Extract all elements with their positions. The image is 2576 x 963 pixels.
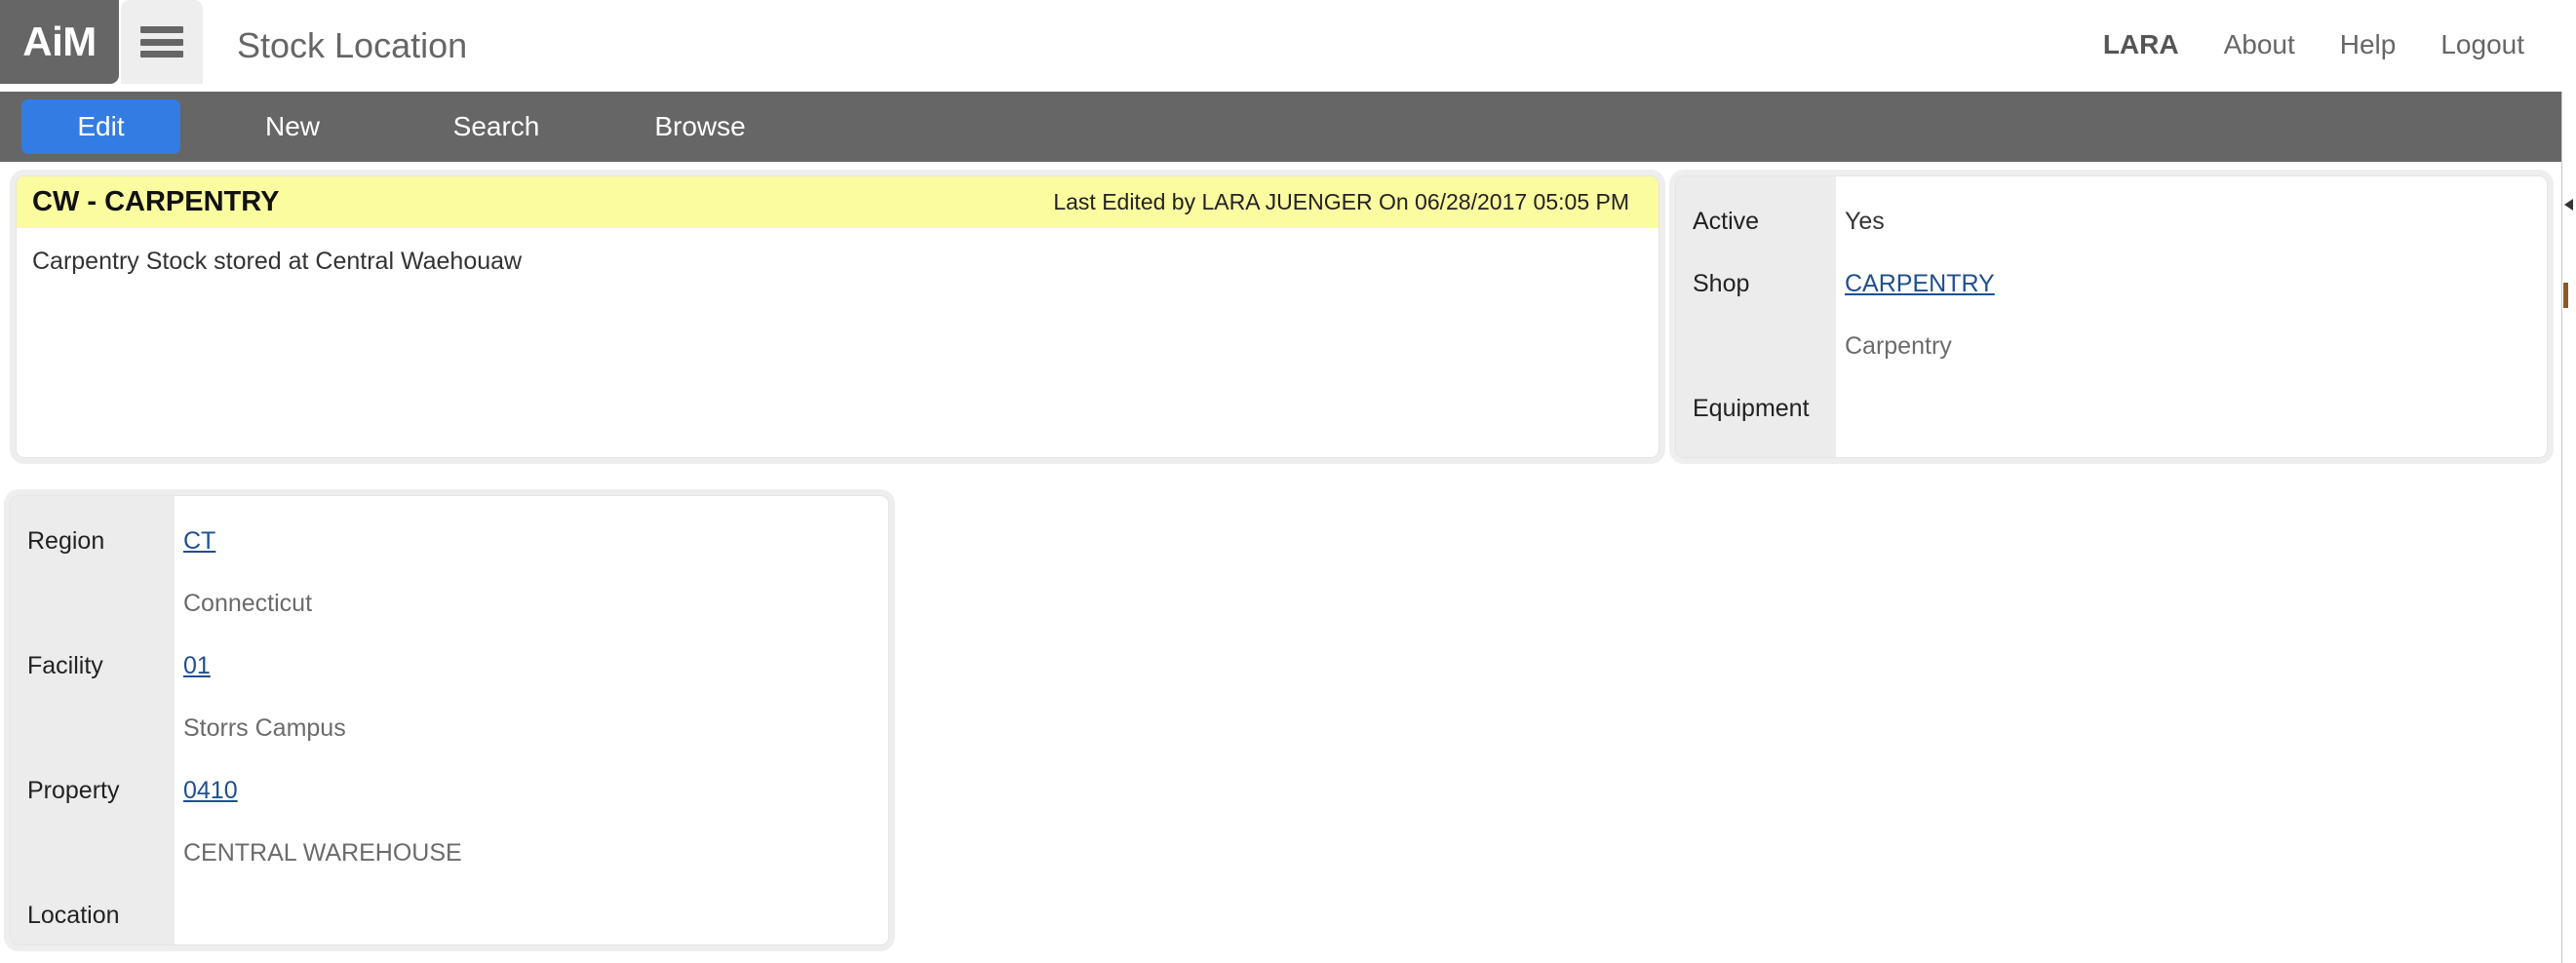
record-body: Carpentry Stock stored at Central Waehou…	[17, 228, 1659, 276]
record-header: CW - CARPENTRY Last Edited by LARA JUENG…	[17, 176, 1659, 228]
last-edited-text: Last Edited by LARA JUENGER On 06/28/201…	[1053, 189, 1629, 214]
value-property: 0410	[183, 759, 888, 822]
label-spacer	[11, 572, 175, 635]
label-spacer	[11, 822, 175, 884]
nav-help[interactable]: Help	[2318, 29, 2419, 60]
nav-user-lara[interactable]: LARA	[2081, 29, 2202, 60]
top-header-bar: AiM Stock Location LARA About Help Logou…	[0, 0, 2576, 92]
label-equipment: Equipment	[1693, 395, 1810, 422]
label-location: Location	[27, 902, 120, 929]
hamburger-menu-button[interactable]	[121, 0, 203, 84]
value-region-description: Connecticut	[183, 590, 313, 617]
window-edge-strip	[2561, 92, 2576, 963]
label-property: Property	[27, 777, 120, 804]
edge-marker	[2563, 283, 2568, 308]
tab-new[interactable]: New	[200, 99, 385, 154]
label-facility: Facility	[27, 652, 103, 679]
page-title: Stock Location	[237, 25, 468, 65]
nav-about[interactable]: About	[2202, 29, 2318, 60]
value-property-description: CENTRAL WAREHOUSE	[183, 839, 462, 867]
value-shop-description: Carpentry	[1845, 332, 1952, 360]
location-label-column: Region Facility Property Location	[11, 496, 175, 944]
attributes-panel: Active Shop Equipment Yes CARPENTRY Carp…	[1675, 175, 2548, 458]
record-title: CW - CARPENTRY	[32, 186, 280, 217]
value-facility: 01	[183, 635, 888, 697]
location-value-column: CT Connecticut 01 Storrs Campus 0410 CEN…	[175, 496, 888, 944]
cursor-arrow-icon	[2564, 199, 2573, 211]
aim-logo[interactable]: AiM	[0, 0, 119, 84]
attributes-label-column: Active Shop Equipment	[1676, 176, 1836, 457]
location-panel: Region Facility Property Location CT Con…	[10, 495, 889, 945]
value-location	[183, 884, 888, 944]
label-shop: Shop	[1693, 270, 1750, 297]
tab-search[interactable]: Search	[404, 99, 589, 154]
record-description: Carpentry Stock stored at Central Waehou…	[32, 248, 523, 275]
property-link[interactable]: 0410	[183, 777, 238, 804]
stock-location-record-panel: CW - CARPENTRY Last Edited by LARA JUENG…	[16, 175, 1659, 458]
hamburger-menu-icon	[140, 26, 183, 58]
facility-link[interactable]: 01	[183, 652, 211, 679]
value-facility-description: Storrs Campus	[183, 714, 346, 742]
label-active: Active	[1693, 208, 1760, 235]
application-window: AiM Stock Location LARA About Help Logou…	[0, 0, 2576, 963]
value-active: Yes	[1845, 208, 1885, 235]
region-link[interactable]: CT	[183, 527, 215, 555]
aim-logo-text: AiM	[22, 19, 97, 64]
value-shop: CARPENTRY	[1845, 252, 2547, 315]
content-area: CW - CARPENTRY Last Edited by LARA JUENG…	[0, 162, 2576, 963]
nav-logout[interactable]: Logout	[2418, 29, 2547, 60]
tab-edit[interactable]: Edit	[21, 99, 180, 154]
label-spacer	[11, 697, 175, 759]
shop-link[interactable]: CARPENTRY	[1845, 270, 1995, 297]
value-equipment	[1845, 377, 2547, 440]
label-region: Region	[27, 527, 105, 555]
attributes-value-column: Yes CARPENTRY Carpentry	[1836, 176, 2547, 457]
top-navigation: LARA About Help Logout	[2081, 29, 2547, 60]
tab-browse[interactable]: Browse	[607, 99, 793, 154]
value-region: CT	[183, 510, 888, 572]
label-spacer	[1676, 315, 1836, 377]
action-tab-bar: Edit New Search Browse	[0, 92, 2576, 162]
